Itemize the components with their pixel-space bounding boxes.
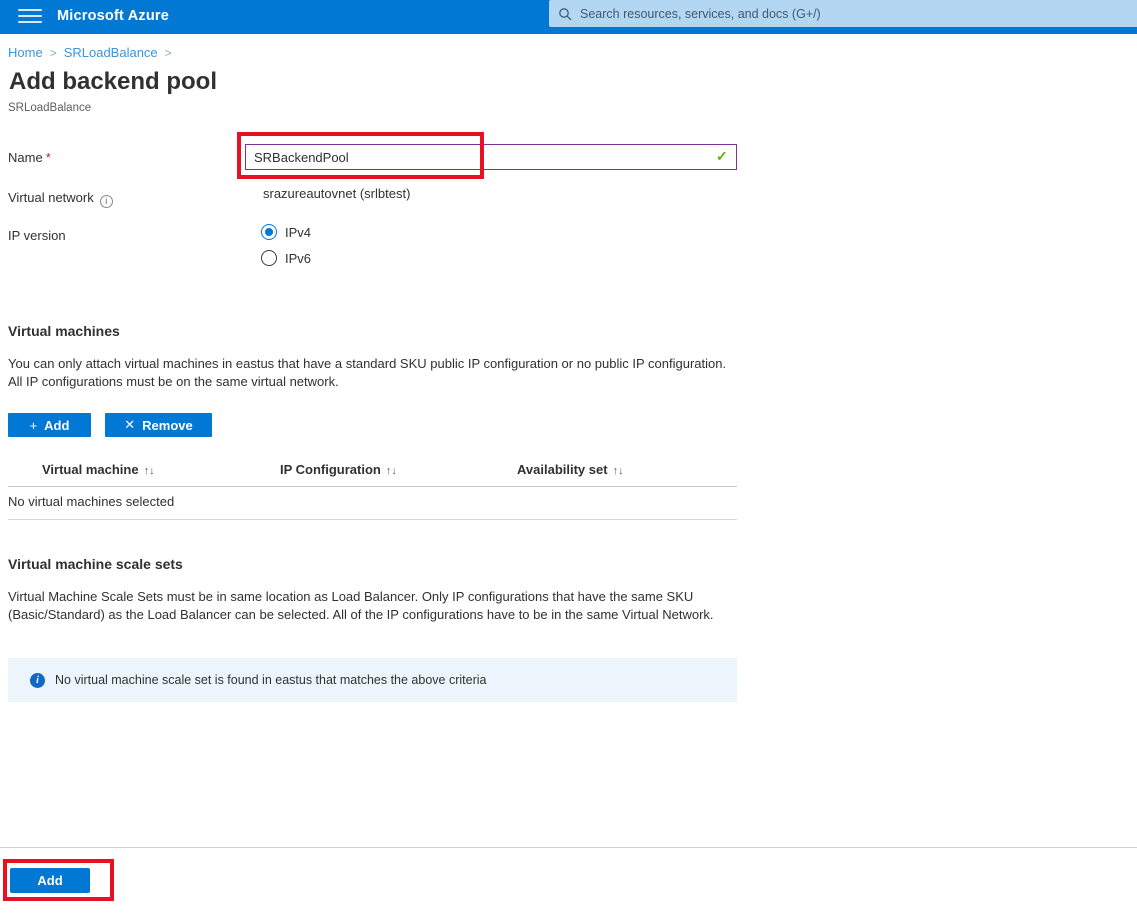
page-title: Add backend pool [9,68,217,96]
page-subtitle: SRLoadBalance [8,102,91,114]
top-nav-bar: Microsoft Azure Search resources, servic… [0,0,1137,34]
plus-icon: + [30,418,38,433]
search-placeholder: Search resources, services, and docs (G+… [580,7,821,21]
table-bottom-divider [8,519,737,520]
add-vm-button[interactable]: +Add [8,413,91,437]
table-header-divider [8,486,737,487]
sort-arrows-icon: ↑↓ [144,465,155,477]
azure-portal-page: Microsoft Azure Search resources, servic… [0,0,1137,915]
radio-ipv6-label: IPv6 [285,251,311,266]
breadcrumb-srloadbalance-link[interactable]: SRLoadBalance [64,45,158,60]
backend-pool-name-input[interactable] [245,144,737,170]
breadcrumb-separator: > [50,46,57,60]
sort-arrows-icon: ↑↓ [613,465,624,477]
search-icon [558,7,572,21]
global-search-input[interactable]: Search resources, services, and docs (G+… [549,0,1137,27]
validation-check-icon: ✓ [716,148,728,165]
sort-arrows-icon: ↑↓ [386,465,397,477]
brand-title: Microsoft Azure [57,8,169,24]
required-asterisk: * [46,150,51,165]
radio-ipv4[interactable]: IPv4 [261,224,311,240]
ip-version-label: IP version [8,228,66,243]
column-header-availability-set[interactable]: Availability set↑↓ [517,462,624,477]
footer-divider [0,847,1137,848]
scale-sets-description: Virtual Machine Scale Sets must be in sa… [8,588,735,623]
virtual-network-label: Virtual networki [8,190,113,208]
info-banner: i No virtual machine scale set is found … [8,658,737,702]
column-header-virtual-machine[interactable]: Virtual machine↑↓ [42,462,155,477]
breadcrumb: Home > SRLoadBalance > [8,45,179,60]
breadcrumb-separator: > [165,46,172,60]
remove-vm-button[interactable]: ✕Remove [105,413,212,437]
virtual-machines-description: You can only attach virtual machines in … [8,355,735,390]
radio-ipv6[interactable]: IPv6 [261,250,311,266]
info-banner-text: No virtual machine scale set is found in… [55,673,486,687]
radio-unselected-icon [261,250,277,266]
info-filled-icon: i [30,673,45,688]
radio-selected-icon [261,224,277,240]
radio-ipv4-label: IPv4 [285,225,311,240]
x-icon: ✕ [124,417,135,433]
empty-table-message: No virtual machines selected [8,494,174,509]
name-label: Name* [8,150,51,165]
hamburger-menu-icon[interactable] [18,9,42,25]
virtual-machines-heading: Virtual machines [8,323,120,339]
info-icon[interactable]: i [100,195,113,208]
column-header-ip-configuration[interactable]: IP Configuration↑↓ [280,462,397,477]
add-backend-pool-submit-button[interactable]: Add [10,868,90,893]
virtual-network-value: srazureautovnet (srlbtest) [263,186,410,201]
scale-sets-heading: Virtual machine scale sets [8,556,183,572]
breadcrumb-home-link[interactable]: Home [8,45,43,60]
